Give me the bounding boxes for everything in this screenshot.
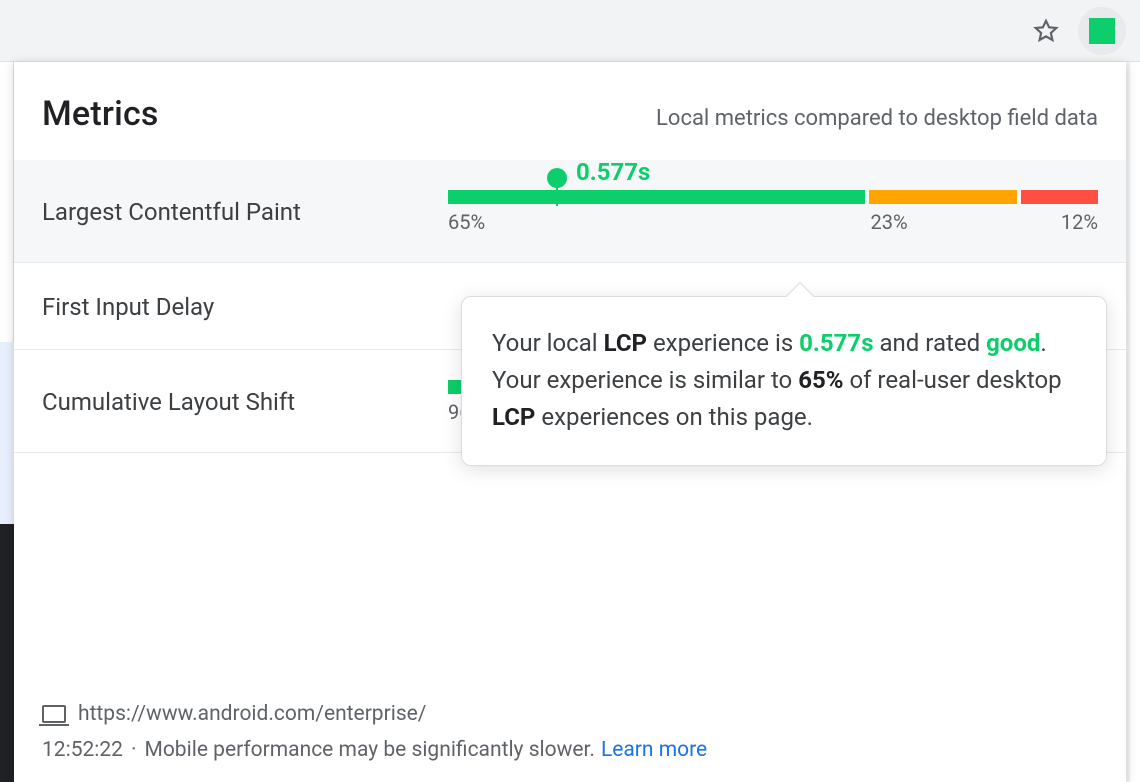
browser-toolbar	[0, 0, 1140, 62]
footer-url-row: https://www.android.com/enterprise/	[42, 702, 1098, 726]
tt-val: 0.577s	[799, 329, 873, 357]
popup-footer: https://www.android.com/enterprise/ 12:5…	[14, 688, 1126, 782]
lcp-ok-pct: 23%	[871, 210, 908, 234]
metric-label-fid: First Input Delay	[42, 293, 432, 321]
tt-t5: of real-user desktop	[843, 366, 1061, 394]
page-background-right	[1130, 62, 1140, 782]
separator-dot: ·	[131, 738, 137, 762]
metric-tooltip: Your local LCP experience is 0.577s and …	[461, 296, 1107, 466]
extension-badge-icon	[1089, 18, 1115, 44]
footer-note-row: 12:52:22 · Mobile performance may be sig…	[42, 738, 1098, 762]
lcp-seg-ok	[869, 190, 1017, 204]
web-vitals-popup: Metrics Local metrics compared to deskto…	[14, 62, 1126, 782]
metric-label-cls: Cumulative Layout Shift	[42, 388, 432, 416]
lcp-seg-bad	[1021, 190, 1098, 204]
lcp-seg-good	[448, 190, 865, 204]
popup-title: Metrics	[42, 94, 159, 134]
footer-time: 12:52:22	[42, 738, 123, 762]
learn-more-link[interactable]: Learn more	[601, 738, 707, 762]
tt-rating: good	[986, 329, 1040, 357]
lcp-pct-row: 65% 23% 12%	[448, 210, 1098, 234]
footer-note: Mobile performance may be significantly …	[145, 738, 595, 762]
lcp-marker-icon	[556, 176, 558, 206]
tt-pct: 65%	[798, 366, 843, 394]
metric-label-lcp: Largest Contentful Paint	[42, 198, 432, 226]
lcp-distribution-bar	[448, 190, 1098, 204]
tt-t6: experiences on this page.	[535, 403, 813, 431]
tt-b1: LCP	[604, 329, 647, 357]
footer-url: https://www.android.com/enterprise/	[78, 702, 426, 726]
popup-header: Metrics Local metrics compared to deskto…	[14, 62, 1126, 160]
page-background-left-dark	[0, 524, 14, 782]
popup-subtitle: Local metrics compared to desktop field …	[656, 106, 1098, 131]
extension-button[interactable]	[1078, 7, 1126, 55]
tt-t3: and rated	[874, 329, 987, 357]
page-background-left-blue	[0, 342, 14, 524]
metric-value-lcp: 0.577s	[576, 158, 650, 186]
lcp-bad-pct: 12%	[1061, 210, 1098, 234]
tt-b2: LCP	[492, 403, 535, 431]
laptop-icon	[42, 705, 66, 723]
metric-row-lcp[interactable]: Largest Contentful Paint 0.577s 65% 23% …	[14, 160, 1126, 263]
tt-t1: Your local	[492, 329, 604, 357]
metric-chart-lcp: 0.577s 65% 23% 12%	[448, 190, 1098, 234]
bookmark-star-icon[interactable]	[1032, 17, 1060, 45]
tt-t2: experience is	[647, 329, 799, 357]
lcp-good-pct: 65%	[448, 210, 485, 234]
